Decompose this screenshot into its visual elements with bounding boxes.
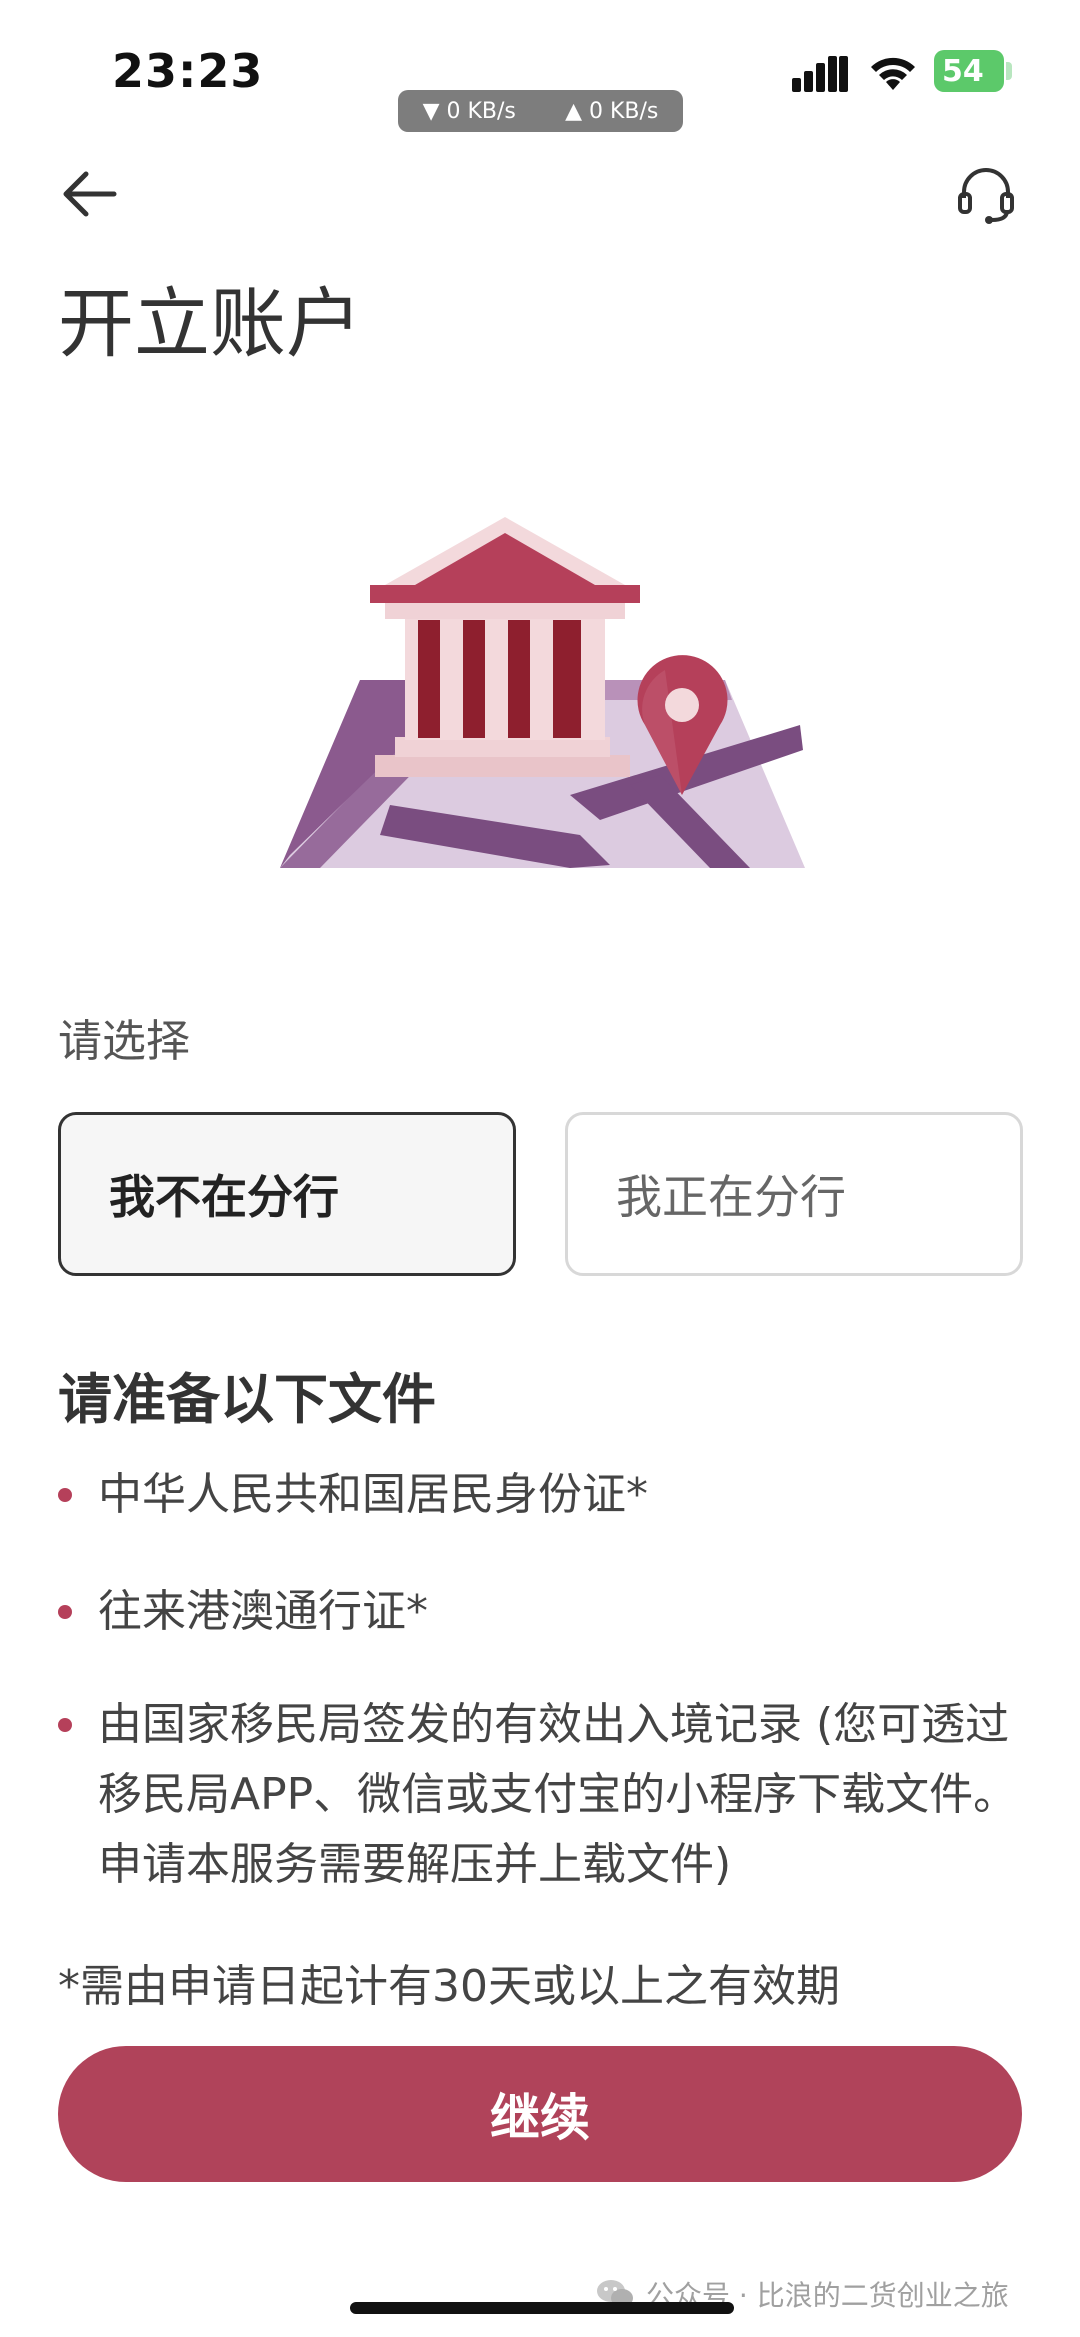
validity-footnote: *需由申请日起计有30天或以上之有效期 (58, 1961, 840, 2012)
document-item: 中华人民共和国居民身份证* (58, 1460, 1028, 1530)
battery-icon: 54 (934, 50, 1004, 92)
document-item-text: 由国家移民局签发的有效出入境记录 (您可透过移民局APP、微信或支付宝的小程序下… (98, 1699, 1018, 1890)
battery-level: 54 (942, 53, 984, 89)
bank-map-pin-illustration (280, 517, 805, 868)
battery-cap (1006, 62, 1012, 80)
bullet-icon (58, 1718, 72, 1732)
status-time: 23:23 (112, 44, 264, 98)
continue-button-label: 继续 (490, 2089, 590, 2147)
net-down-speed: ▼ 0 KB/s (422, 98, 516, 124)
network-speed-badge: ▼ 0 KB/s ▲ 0 KB/s (398, 90, 683, 132)
signal-icon (792, 56, 848, 92)
selection-label: 请选择 (58, 1016, 190, 1067)
continue-button[interactable]: 继续 (58, 2046, 1022, 2182)
document-item: 由国家移民局签发的有效出入境记录 (您可透过移民局APP、微信或支付宝的小程序下… (58, 1690, 1028, 1900)
document-item: 往来港澳通行证* (58, 1577, 1028, 1647)
net-up-speed: ▲ 0 KB/s (565, 98, 659, 124)
document-item-text: 中华人民共和国居民身份证* (98, 1469, 648, 1520)
page-title: 开立账户 (58, 279, 362, 368)
home-indicator[interactable] (350, 2302, 734, 2314)
arrow-left-icon[interactable] (58, 168, 120, 220)
option-not-at-branch-label: 我不在分行 (109, 1170, 339, 1224)
headset-icon[interactable] (956, 164, 1016, 226)
bullet-icon (58, 1605, 72, 1619)
option-at-branch-label: 我正在分行 (616, 1170, 846, 1224)
document-item-text: 往来港澳通行证* (98, 1586, 428, 1637)
wifi-icon (871, 57, 915, 90)
documents-title: 请准备以下文件 (58, 1368, 436, 1431)
option-at-branch[interactable]: 我正在分行 (565, 1112, 1023, 1276)
bullet-icon (58, 1488, 72, 1502)
option-not-at-branch[interactable]: 我不在分行 (58, 1112, 516, 1276)
